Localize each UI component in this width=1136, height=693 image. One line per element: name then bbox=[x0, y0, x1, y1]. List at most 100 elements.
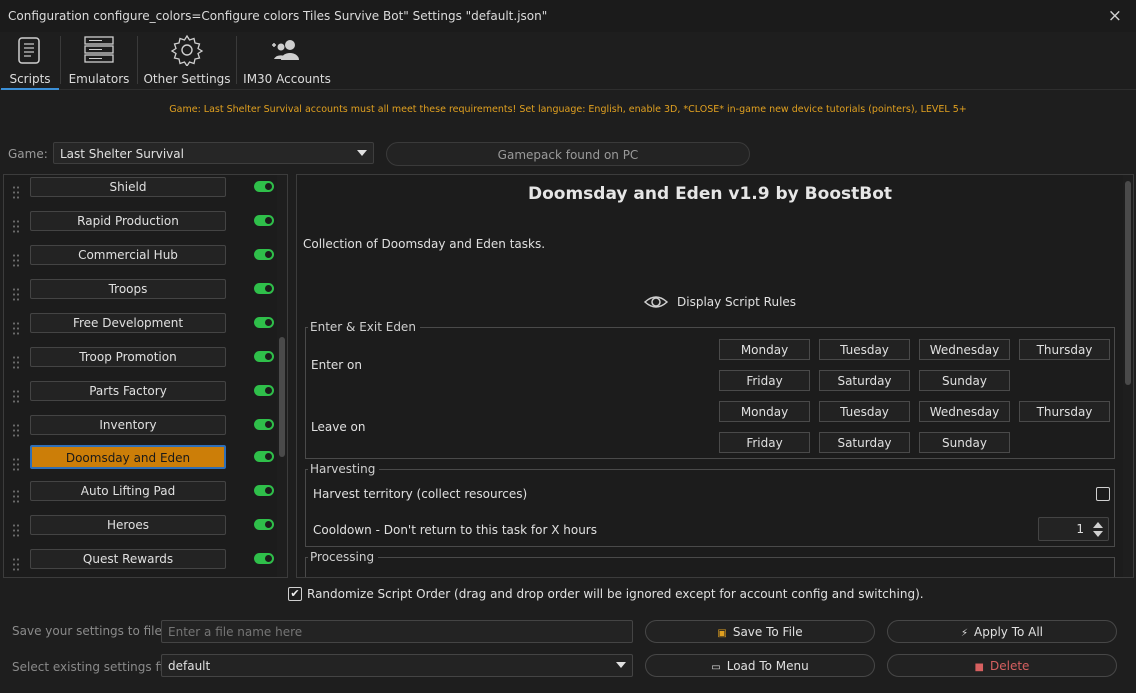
drag-handle-icon[interactable] bbox=[12, 423, 20, 437]
drag-handle-icon[interactable] bbox=[12, 523, 20, 537]
drag-handle-icon[interactable] bbox=[12, 355, 20, 369]
leave-day-saturday[interactable]: Saturday bbox=[819, 432, 910, 453]
requirements-notice: Game: Last Shelter Survival accounts mus… bbox=[169, 104, 967, 115]
script-row: Free Development bbox=[4, 313, 276, 347]
script-toggle[interactable] bbox=[254, 283, 274, 294]
script-toggle[interactable] bbox=[254, 419, 274, 430]
scripts-scrollbar-thumb[interactable] bbox=[279, 337, 285, 457]
chevron-down-icon bbox=[357, 150, 367, 156]
script-button-selected[interactable]: Doomsday and Eden bbox=[30, 445, 226, 469]
leave-day-monday[interactable]: Monday bbox=[719, 401, 810, 422]
drag-handle-icon[interactable] bbox=[12, 489, 20, 503]
drag-handle-icon[interactable] bbox=[12, 457, 20, 471]
enter-day-monday[interactable]: Monday bbox=[719, 339, 810, 360]
apply-to-all-label: Apply To All bbox=[974, 625, 1044, 639]
game-select[interactable]: Last Shelter Survival bbox=[53, 142, 374, 164]
folder-open-icon: ▭ bbox=[711, 662, 721, 673]
script-button[interactable]: Auto Lifting Pad bbox=[30, 481, 226, 501]
trash-icon: ■ bbox=[974, 662, 984, 673]
script-row: Quest Rewards bbox=[4, 549, 276, 577]
display-rules-label: Display Script Rules bbox=[677, 295, 797, 309]
chevron-down-icon bbox=[616, 662, 626, 668]
script-toggle[interactable] bbox=[254, 553, 274, 564]
close-icon[interactable]: × bbox=[1108, 6, 1122, 26]
harvest-territory-checkbox[interactable] bbox=[1096, 487, 1110, 501]
detail-scrollbar-thumb[interactable] bbox=[1125, 181, 1131, 385]
script-button[interactable]: Troop Promotion bbox=[30, 347, 226, 367]
drag-handle-icon[interactable] bbox=[12, 219, 20, 233]
tab-label: Scripts bbox=[9, 72, 51, 86]
randomize-checkbox[interactable]: ✔ bbox=[288, 587, 302, 601]
game-label: Game: bbox=[8, 147, 48, 161]
delete-button[interactable]: ■ Delete bbox=[887, 654, 1117, 677]
tab-divider bbox=[60, 36, 61, 84]
drag-handle-icon[interactable] bbox=[12, 185, 20, 199]
script-row: Troops bbox=[4, 279, 276, 313]
gear-icon bbox=[170, 34, 204, 66]
script-button[interactable]: Heroes bbox=[30, 515, 226, 535]
enter-day-thursday[interactable]: Thursday bbox=[1019, 339, 1110, 360]
enter-day-tuesday[interactable]: Tuesday bbox=[819, 339, 910, 360]
tab-emulators[interactable]: Emulators bbox=[64, 32, 134, 90]
leave-day-friday[interactable]: Friday bbox=[719, 432, 810, 453]
gamepack-status: Gamepack found on PC bbox=[386, 142, 750, 166]
filename-input[interactable] bbox=[161, 620, 633, 643]
script-toggle[interactable] bbox=[254, 215, 274, 226]
leave-day-sunday[interactable]: Sunday bbox=[919, 432, 1010, 453]
script-toggle[interactable] bbox=[254, 351, 274, 362]
leave-day-wednesday[interactable]: Wednesday bbox=[919, 401, 1010, 422]
script-button[interactable]: Shield bbox=[30, 177, 226, 197]
leave-on-label: Leave on bbox=[311, 420, 366, 434]
enter-day-sunday[interactable]: Sunday bbox=[919, 370, 1010, 391]
leave-day-thursday[interactable]: Thursday bbox=[1019, 401, 1110, 422]
cooldown-label: Cooldown - Don't return to this task for… bbox=[313, 523, 597, 537]
load-to-menu-button[interactable]: ▭ Load To Menu bbox=[645, 654, 875, 677]
lightning-icon: ⚡ bbox=[960, 628, 968, 639]
script-toggle[interactable] bbox=[254, 519, 274, 530]
script-row: Troop Promotion bbox=[4, 347, 276, 381]
drag-handle-icon[interactable] bbox=[12, 389, 20, 403]
script-toggle[interactable] bbox=[254, 181, 274, 192]
enter-day-friday[interactable]: Friday bbox=[719, 370, 810, 391]
tab-scripts[interactable]: Scripts bbox=[1, 32, 59, 90]
scroll-icon bbox=[18, 37, 40, 64]
script-button[interactable]: Troops bbox=[30, 279, 226, 299]
enter-day-saturday[interactable]: Saturday bbox=[819, 370, 910, 391]
leave-day-tuesday[interactable]: Tuesday bbox=[819, 401, 910, 422]
script-toggle[interactable] bbox=[254, 451, 274, 462]
script-row: Parts Factory bbox=[4, 381, 276, 415]
cooldown-spinbox[interactable]: 1 bbox=[1038, 517, 1109, 541]
drag-handle-icon[interactable] bbox=[12, 321, 20, 335]
script-button[interactable]: Rapid Production bbox=[30, 211, 226, 231]
harvesting-group: Harvesting Harvest territory (collect re… bbox=[305, 462, 1115, 547]
script-button[interactable]: Free Development bbox=[30, 313, 226, 333]
window-title: Configuration configure_colors=Configure… bbox=[8, 9, 548, 23]
script-toggle[interactable] bbox=[254, 317, 274, 328]
delete-label: Delete bbox=[990, 659, 1030, 673]
tab-divider bbox=[137, 36, 138, 84]
script-button[interactable]: Inventory bbox=[30, 415, 226, 435]
script-button[interactable]: Quest Rewards bbox=[30, 549, 226, 569]
script-toggle[interactable] bbox=[254, 485, 274, 496]
save-settings-label: Save your settings to file bbox=[12, 624, 162, 638]
apply-to-all-button[interactable]: ⚡ Apply To All bbox=[887, 620, 1117, 643]
settings-file-select[interactable]: default bbox=[161, 654, 633, 677]
spin-down-icon[interactable] bbox=[1093, 531, 1103, 537]
tab-other-settings[interactable]: Other Settings bbox=[142, 32, 232, 90]
spin-up-icon[interactable] bbox=[1093, 522, 1103, 528]
script-toggle[interactable] bbox=[254, 249, 274, 260]
script-toggle[interactable] bbox=[254, 385, 274, 396]
script-description: Collection of Doomsday and Eden tasks. bbox=[303, 237, 546, 251]
script-row: Commercial Hub bbox=[4, 245, 276, 279]
game-select-value: Last Shelter Survival bbox=[60, 147, 184, 161]
script-button[interactable]: Parts Factory bbox=[30, 381, 226, 401]
load-to-menu-label: Load To Menu bbox=[726, 659, 809, 673]
tab-im30-accounts[interactable]: IM30 Accounts bbox=[242, 32, 332, 90]
drag-handle-icon[interactable] bbox=[12, 253, 20, 267]
script-button[interactable]: Commercial Hub bbox=[30, 245, 226, 265]
server-stack-icon bbox=[84, 36, 114, 63]
drag-handle-icon[interactable] bbox=[12, 287, 20, 301]
enter-day-wednesday[interactable]: Wednesday bbox=[919, 339, 1010, 360]
save-to-file-button[interactable]: ▣ Save To File bbox=[645, 620, 875, 643]
drag-handle-icon[interactable] bbox=[12, 557, 20, 571]
